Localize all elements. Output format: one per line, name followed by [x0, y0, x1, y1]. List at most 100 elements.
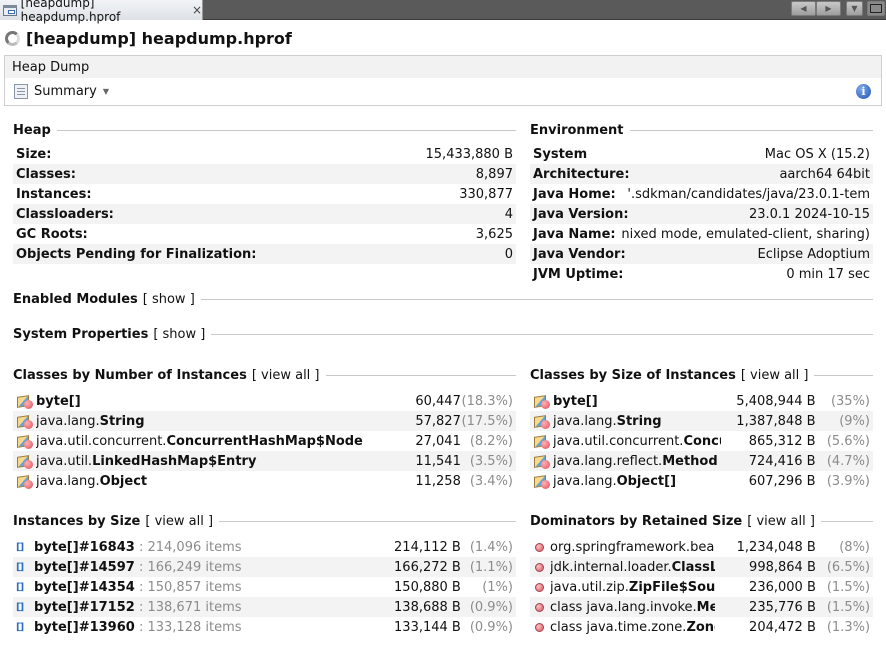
class-row[interactable]: byte[] 60,447 (18.3%): [13, 391, 516, 411]
page-title: [heapdump] heapdump.hprof: [26, 28, 292, 48]
class-row[interactable]: java.lang.reflect.Method 724,416 B (4.7%): [530, 451, 873, 471]
class-simple-name: String: [616, 413, 662, 429]
dominator-package: org.springframework.beans: [550, 539, 716, 555]
environment-row: Java Name: nixed mode, emulated-client, s…: [530, 224, 873, 244]
class-row[interactable]: java.lang.Object[] 607,296 B (3.9%): [530, 471, 873, 491]
instance-name: byte[]#14354 : 150,857 items: [34, 580, 382, 595]
heap-row: Objects Pending for Finalization: 0: [13, 244, 516, 264]
instances-size: 5,408,944 B: [736, 393, 816, 409]
info-icon[interactable]: i: [856, 84, 871, 99]
row-value: aarch64 64bit: [779, 166, 870, 182]
class-package: java.lang.: [36, 413, 100, 429]
retained-size: 204,472 B: [749, 619, 816, 635]
instance-name: byte[]#17152 : 138,671 items: [34, 600, 382, 615]
tab-heapdump[interactable]: [heapdump] heapdump.hprof ×: [0, 0, 203, 24]
class-icon: [16, 414, 33, 429]
environment-table: System Mac OS X (15.2) Architecture: aarch6…: [530, 144, 873, 284]
summary-document-icon: [14, 84, 28, 99]
show-opened-documents-button[interactable]: ▼: [846, 1, 863, 16]
instance-percent: (1.4%): [469, 539, 513, 555]
heap-dump-header: Heap Dump: [4, 55, 882, 78]
dominator-row[interactable]: class java.lang.invoke.Meth 235,776 B (1.5…: [530, 597, 873, 617]
row-value: Mac OS X (15.2): [764, 146, 870, 162]
dominator-row[interactable]: jdk.internal.loader.ClassLoa 998,864 B (6.…: [530, 557, 873, 577]
retained-percent: (8%): [839, 539, 871, 555]
class-row[interactable]: java.lang.Object 11,258 (3.4%): [13, 471, 516, 491]
class-row[interactable]: byte[] 5,408,944 B (35%): [530, 391, 873, 411]
class-simple-name: String: [99, 413, 145, 429]
dominator-class: Meth: [696, 599, 716, 615]
system-properties-section: System Properties [ show ]: [13, 325, 873, 343]
divider: [219, 520, 516, 522]
dominator-row[interactable]: java.util.zip.ZipFile$Source 236,000 B (1.…: [530, 577, 873, 597]
instances-size: 607,296 B: [748, 473, 816, 489]
instance-id: byte[]#14597: [34, 559, 135, 575]
show-enabled-modules-link[interactable]: [ show ]: [143, 292, 195, 307]
view-selector-label: Summary: [34, 84, 97, 99]
row-label: JVM Uptime:: [533, 266, 624, 282]
view-all-classes-by-size-link[interactable]: [ view all ]: [741, 368, 809, 383]
heap-row: Size: 15,433,880 B: [13, 144, 516, 164]
row-label: GC Roots:: [16, 226, 88, 242]
scroll-tabs-left-button[interactable]: ◀: [791, 1, 816, 16]
view-all-classes-by-number-link[interactable]: [ view all ]: [252, 368, 320, 383]
class-package: java.util.concurrent.: [553, 433, 684, 449]
maximize-window-button[interactable]: [867, 1, 885, 16]
class-name: java.lang.Object: [36, 474, 393, 489]
scroll-tabs-right-button[interactable]: ▶: [816, 1, 841, 16]
size-percent: (5.6%): [826, 433, 870, 449]
size-percent: (3.9%): [826, 473, 870, 489]
instance-row[interactable]: [] byte[]#16843 : 214,096 items 214,112 B (…: [13, 537, 516, 557]
instance-row[interactable]: [] byte[]#13960 : 133,128 items 133,144 B (…: [13, 617, 516, 637]
class-name: java.lang.String: [36, 414, 393, 429]
class-dot-shape: [541, 459, 550, 469]
instance-row[interactable]: [] byte[]#14354 : 150,857 items 150,880 B (…: [13, 577, 516, 597]
dominator-package: jdk.internal.loader.: [550, 559, 672, 575]
instance-size: 214,112 B: [394, 539, 461, 555]
dominator-class: ClassLoa: [671, 559, 716, 575]
instance-count: 27,041: [415, 433, 461, 449]
row-value: 23.0.1 2024-10-15: [748, 206, 870, 222]
instance-id: byte[]#17152: [34, 599, 135, 615]
heap-row: Instances: 330,877: [13, 184, 516, 204]
row-label: Java Name:: [533, 226, 616, 242]
show-system-properties-link[interactable]: [ show ]: [153, 327, 205, 342]
chevron-right-icon: ▶: [825, 4, 832, 13]
instance-size: 133,144 B: [394, 619, 461, 635]
view-selector-dropdown[interactable]: Summary ▼: [10, 81, 113, 102]
instances-by-size-title: Instances by Size: [13, 513, 141, 529]
view-all-dominators-link[interactable]: [ view all ]: [747, 514, 815, 529]
class-row[interactable]: java.util.LinkedHashMap$Entry 11,541 (3.5%…: [13, 451, 516, 471]
system-properties-title: System Properties: [13, 326, 149, 342]
retained-percent: (1.5%): [826, 599, 871, 615]
class-row[interactable]: java.lang.String 1,387,848 B (9%): [530, 411, 873, 431]
instance-items: : 138,671 items: [134, 599, 242, 615]
class-dot-shape: [24, 479, 33, 489]
class-row[interactable]: java.lang.String 57,827 (17.5%): [13, 411, 516, 431]
instance-percent: (0.9%): [469, 619, 513, 635]
class-simple-name: Object: [99, 473, 148, 489]
instance-percent: (18.3%): [461, 393, 513, 409]
class-simple-name: byte[]: [36, 393, 81, 409]
view-all-instances-link[interactable]: [ view all ]: [145, 514, 213, 529]
instance-row[interactable]: [] byte[]#14597 : 166,249 items 166,272 B (…: [13, 557, 516, 577]
dominator-name: org.springframework.beans: [550, 540, 715, 555]
row-value: 15,433,880 B: [425, 146, 513, 162]
class-row[interactable]: java.util.concurrent.Concu 865,312 B (5.6%…: [530, 431, 873, 451]
heapdump-window-icon: [3, 4, 17, 17]
row-label: Size:: [16, 146, 52, 162]
instance-row[interactable]: [] byte[]#17152 : 138,671 items 138,688 B (…: [13, 597, 516, 617]
dominator-package: java.util.zip.: [550, 579, 629, 595]
close-icon[interactable]: ×: [192, 3, 202, 17]
retained-percent: (1.5%): [826, 579, 871, 595]
class-dot-shape: [541, 439, 550, 449]
editor-tab-bar: [heapdump] heapdump.hprof × ◀ ▶ ▼: [0, 0, 886, 24]
class-name: byte[]: [553, 394, 721, 409]
class-row[interactable]: java.util.concurrent.ConcurrentHashMap$N…: [13, 431, 516, 451]
instance-percent: (17.5%): [461, 413, 513, 429]
dominator-row[interactable]: class java.time.zone.ZoneR 204,472 B (1.3%…: [530, 617, 873, 637]
retained-percent: (6.5%): [826, 559, 871, 575]
dominator-row[interactable]: org.springframework.beans 1,234,048 B (8%): [530, 537, 873, 557]
document-title-row: [heapdump] heapdump.hprof: [0, 24, 886, 52]
dominators-table: org.springframework.beans 1,234,048 B (8%)…: [530, 537, 873, 637]
